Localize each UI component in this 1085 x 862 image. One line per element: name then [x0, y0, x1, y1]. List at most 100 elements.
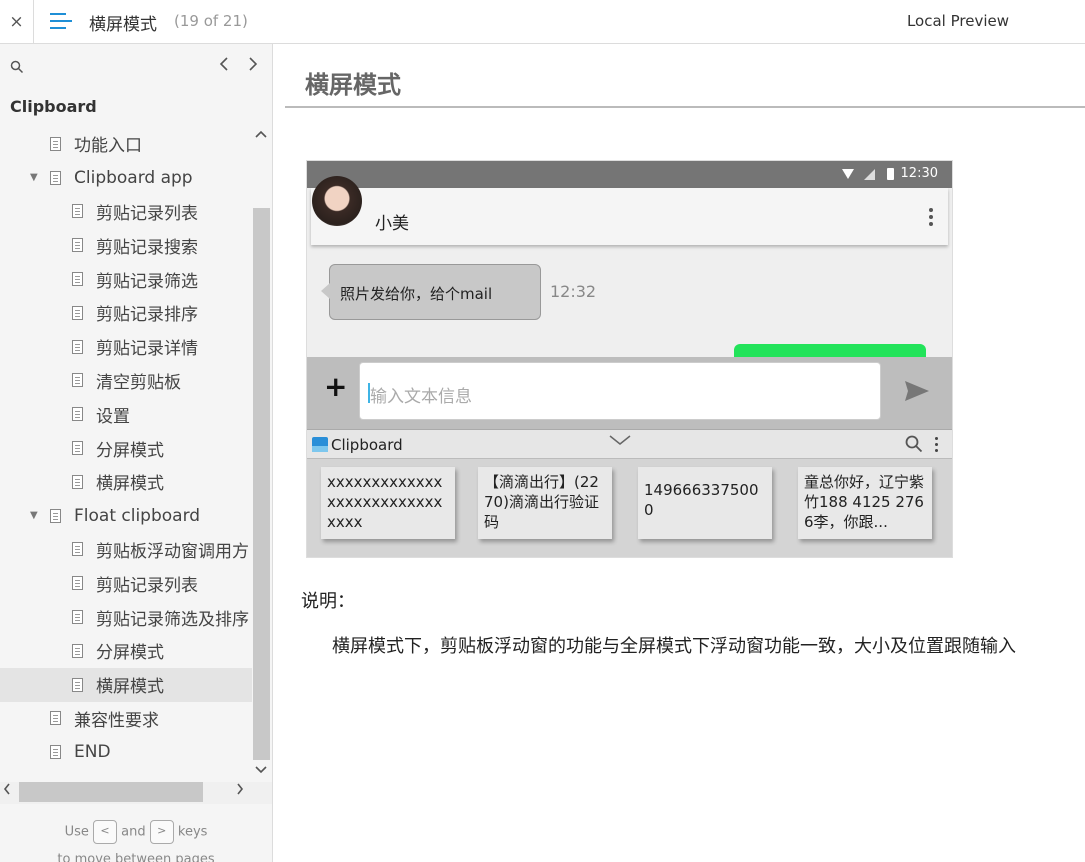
sidebar-item-label: 剪贴记录列表: [96, 575, 198, 596]
sidebar-item-label: 功能入口: [74, 136, 142, 157]
plus-icon: +: [324, 370, 348, 403]
horizontal-scrollbar-thumb[interactable]: [19, 782, 203, 802]
note-text: 横屏模式下，剪贴板浮动窗的功能与全屏模式下浮动窗功能一致，大小及位置跟随输入: [332, 636, 1016, 657]
next-page-button[interactable]: [248, 56, 258, 77]
hamburger-menu-icon[interactable]: [50, 11, 72, 31]
expand-caret-icon[interactable]: ▼: [30, 172, 38, 183]
document-icon: [50, 170, 61, 185]
phone-mockup-image: 12:30 小美 照片发给你，给个mail 12:32 + 输入文本信息 Cli…: [306, 160, 953, 558]
sidebar-item[interactable]: 剪贴记录排序: [0, 296, 252, 330]
send-icon: [905, 381, 929, 401]
scroll-left-button[interactable]: [3, 783, 11, 799]
close-button[interactable]: ×: [0, 0, 34, 44]
document-icon: [50, 136, 61, 151]
chevron-down-icon: [255, 766, 267, 774]
clipboard-tray: xxxxxxxxxxxxxxxxxxxxxxxxxxxxxx 【滴滴出行】(22…: [307, 459, 952, 557]
sidebar-item-label: 横屏模式: [96, 677, 164, 698]
clipboard-bar: Clipboard: [307, 429, 952, 459]
chevron-up-icon: [255, 130, 267, 138]
clipboard-card: 1496663375000: [638, 467, 772, 539]
chat-header: 小美: [311, 188, 948, 245]
expand-caret-icon[interactable]: ▼: [30, 510, 38, 521]
sidebar-item[interactable]: ▼ Float clipboard: [0, 499, 252, 533]
clipboard-logo-icon: [312, 437, 328, 452]
sidebar-item[interactable]: 横屏模式: [0, 667, 252, 702]
chat-input-area: + 输入文本信息: [307, 357, 952, 429]
chevron-right-icon: [249, 57, 258, 71]
content-heading: 横屏模式: [305, 71, 401, 99]
right-key-icon: >: [149, 820, 174, 844]
toc-tree: 功能入口 ▼ Clipboard app 剪贴记录列表 剪贴记录搜索 剪贴记录筛选 剪贴记录…: [0, 127, 252, 769]
keyboard-hint-line2: to move between pages: [57, 852, 215, 862]
document-icon: [72, 542, 83, 557]
sidebar-item-label: 设置: [96, 406, 130, 427]
vertical-scrollbar-thumb[interactable]: [253, 208, 270, 760]
document-icon: [72, 407, 83, 422]
avatar: [312, 176, 362, 226]
scroll-right-button[interactable]: [236, 783, 244, 799]
sidebar-item[interactable]: 剪贴记录列表: [0, 566, 252, 600]
more-options-icon: [929, 208, 933, 229]
note-label: 说明：: [301, 591, 355, 612]
status-time: 12:30: [900, 166, 938, 181]
sidebar-item-label: 剪贴记录搜索: [96, 237, 198, 258]
sidebar-item[interactable]: 剪贴记录详情: [0, 330, 252, 364]
scroll-up-button[interactable]: [255, 126, 267, 142]
page-title: 横屏模式: [89, 15, 157, 35]
sidebar-item[interactable]: 清空剪贴板: [0, 364, 252, 398]
search-icon[interactable]: [10, 60, 24, 74]
sidebar-item[interactable]: 剪贴记录列表: [0, 195, 252, 229]
page-count: (19 of 21): [174, 12, 248, 30]
clipboard-label: Clipboard: [331, 436, 403, 454]
document-icon: [72, 238, 83, 253]
scroll-down-button[interactable]: [255, 762, 267, 778]
document-icon: [72, 272, 83, 287]
prev-page-button[interactable]: [219, 56, 229, 77]
heading-divider: [285, 106, 1085, 108]
sidebar-item[interactable]: 设置: [0, 397, 252, 431]
clipboard-card: 童总你好，辽宁紫竹188 4125 2766李，你跟...: [798, 467, 932, 539]
sidebar-item[interactable]: 分屏模式: [0, 431, 252, 465]
document-icon: [72, 643, 83, 658]
clipboard-card: xxxxxxxxxxxxxxxxxxxxxxxxxxxxxx: [321, 467, 455, 539]
sidebar-item-label: 分屏模式: [96, 440, 164, 461]
sidebar-item[interactable]: 兼容性要求: [0, 702, 252, 736]
document-icon: [72, 339, 83, 354]
sidebar-item[interactable]: 剪贴记录搜索: [0, 228, 252, 262]
sidebar-item-label: 清空剪贴板: [96, 372, 181, 393]
close-icon: ×: [9, 12, 24, 32]
sidebar-item-label: 剪贴板浮动窗调用方: [96, 541, 249, 562]
more-options-icon: [935, 437, 939, 455]
contact-name: 小美: [375, 214, 409, 234]
sidebar-item[interactable]: 横屏模式: [0, 465, 252, 499]
horizontal-scrollbar[interactable]: [0, 782, 272, 804]
chevron-down-icon: [609, 435, 631, 445]
document-icon: [72, 474, 83, 489]
sidebar-item-label: Clipboard app: [74, 167, 193, 188]
sidebar-item[interactable]: 剪贴记录筛选: [0, 262, 252, 296]
document-icon: [50, 745, 61, 760]
document-icon: [50, 508, 61, 523]
document-icon: [72, 204, 83, 219]
signal-icon: [864, 169, 875, 180]
sidebar-item[interactable]: ▼ Clipboard app: [0, 161, 252, 195]
sidebar: Clipboard 功能入口 ▼ Clipboard app 剪贴记录列表 剪贴记录搜索…: [0, 44, 273, 862]
sidebar-item-label: END: [74, 742, 111, 763]
chevron-right-icon: [237, 783, 244, 795]
sidebar-item-label: 剪贴记录列表: [96, 203, 198, 224]
chevron-left-icon: [219, 57, 228, 71]
message-bubble: 照片发给你，给个mail: [321, 264, 541, 320]
document-icon: [72, 441, 83, 456]
document-icon: [72, 610, 83, 625]
sidebar-item[interactable]: END: [0, 735, 252, 769]
sidebar-section-title: Clipboard: [10, 97, 97, 116]
sidebar-item-label: 兼容性要求: [74, 710, 159, 731]
sidebar-item[interactable]: 剪贴记录筛选及排序: [0, 600, 252, 634]
sidebar-item[interactable]: 分屏模式: [0, 634, 252, 668]
message-time: 12:32: [550, 282, 597, 301]
sidebar-item-label: 剪贴记录筛选及排序: [96, 609, 249, 630]
search-icon: [905, 435, 923, 453]
sidebar-item[interactable]: 功能入口: [0, 127, 252, 161]
sidebar-item[interactable]: 剪贴板浮动窗调用方: [0, 533, 252, 567]
document-icon: [72, 305, 83, 320]
